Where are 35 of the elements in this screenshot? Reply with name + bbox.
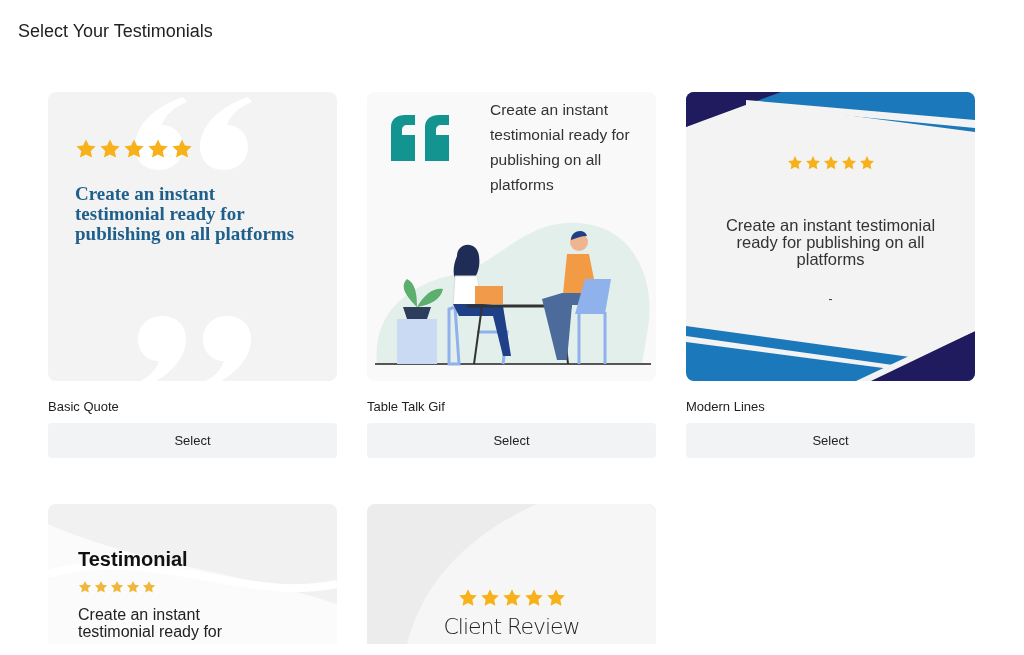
star-icon [501,588,522,608]
star-icon [75,138,97,160]
select-button[interactable]: Select [686,423,975,458]
star-icon [523,588,544,608]
star-icon [171,138,193,160]
page-title: Select Your Testimonials [18,21,214,42]
template-name: Table Talk Gif [367,399,446,414]
star-icon [457,588,478,608]
author-name: - [828,292,833,306]
star-icon [786,155,803,171]
template-name: Modern Lines [686,399,766,414]
testimonial-text: Create an instant testimonial ready for publishing on all platforms [490,100,631,195]
star-icon [804,155,821,171]
template-name: Basic Quote [48,399,120,414]
star-icon [545,588,566,608]
quote-mark-icon [391,115,449,161]
star-icon [840,155,857,171]
select-button[interactable]: Select [48,423,337,458]
star-icon [99,138,121,160]
select-button[interactable]: Select [367,423,656,458]
star-icon [123,138,145,160]
star-icon [479,588,500,608]
star-icon [78,580,92,594]
testimonial-text: Create an instant testimonial ready for publishing on all platforms [724,217,937,268]
testimonial-text: Create an instant testimonial ready for publishing on all platforms [75,184,296,244]
testimonial-text: Create an instant testimonial ready for [78,606,224,640]
star-icon [142,580,156,594]
testimonial-heading: Client Review [443,614,580,639]
star-icon [94,580,108,594]
star-icon [147,138,169,160]
star-icon [858,155,875,171]
star-icon [110,580,124,594]
star-icon [822,155,839,171]
star-icon [126,580,140,594]
testimonial-heading: Testimonial [78,548,189,571]
